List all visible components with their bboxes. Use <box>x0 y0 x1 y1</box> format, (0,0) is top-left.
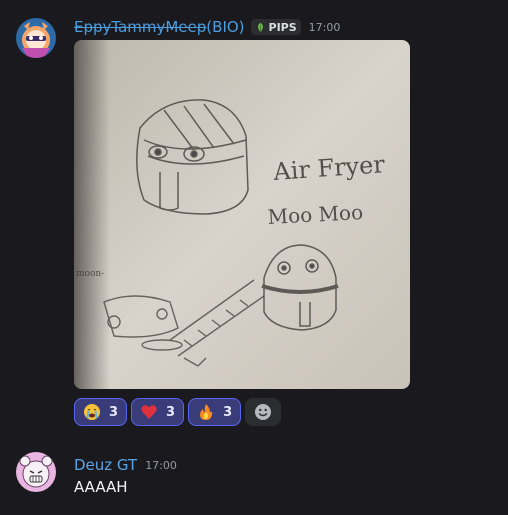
user-avatar[interactable] <box>16 452 56 492</box>
sketch-small-note: moon- <box>76 269 104 279</box>
message-header: EppyTammyMeep(BIO) PIPS 17:00 <box>74 17 340 37</box>
author-name[interactable]: Deuz GT <box>74 455 137 475</box>
reaction-count: 3 <box>109 404 119 420</box>
avatar-icon <box>16 18 56 58</box>
reaction-count: 3 <box>166 404 176 420</box>
reaction-fire[interactable]: 3 <box>188 398 242 426</box>
fire-icon <box>200 404 213 420</box>
reaction-heart[interactable]: 3 <box>131 398 185 426</box>
smiley-icon <box>255 404 272 420</box>
crying-face-icon <box>84 404 100 420</box>
timestamp[interactable]: 17:00 <box>145 459 177 472</box>
message-2: Deuz GT 17:00 AAAAH <box>0 440 508 515</box>
message-1: EppyTammyMeep(BIO) PIPS 17:00 Air Fryer … <box>0 0 508 440</box>
user-avatar[interactable] <box>16 18 56 58</box>
message-text: AAAAH <box>74 478 128 496</box>
reactions-bar: 3 3 3 <box>74 398 282 426</box>
avatar-icon <box>16 452 56 492</box>
sketch-image: Air Fryer Moo Moo moon- <box>74 40 410 389</box>
reaction-count: 3 <box>223 404 233 420</box>
author-name[interactable]: EppyTammyMeep(BIO) <box>74 17 245 37</box>
leaf-icon <box>257 22 263 32</box>
guild-tag-label: PIPS <box>268 20 297 34</box>
author-name-struck: EppyTammyMeep <box>74 18 207 36</box>
image-attachment[interactable]: Air Fryer Moo Moo moon- <box>74 40 410 389</box>
red-heart-icon <box>141 405 157 419</box>
sketch-title-line2: Moo Moo <box>267 200 364 229</box>
author-name-suffix: (BIO) <box>206 18 245 36</box>
add-reaction-button[interactable] <box>245 398 282 426</box>
guild-tag[interactable]: PIPS <box>250 19 301 35</box>
message-header: Deuz GT 17:00 <box>74 455 177 475</box>
reaction-crying[interactable]: 3 <box>74 398 128 426</box>
timestamp[interactable]: 17:00 <box>309 21 341 34</box>
